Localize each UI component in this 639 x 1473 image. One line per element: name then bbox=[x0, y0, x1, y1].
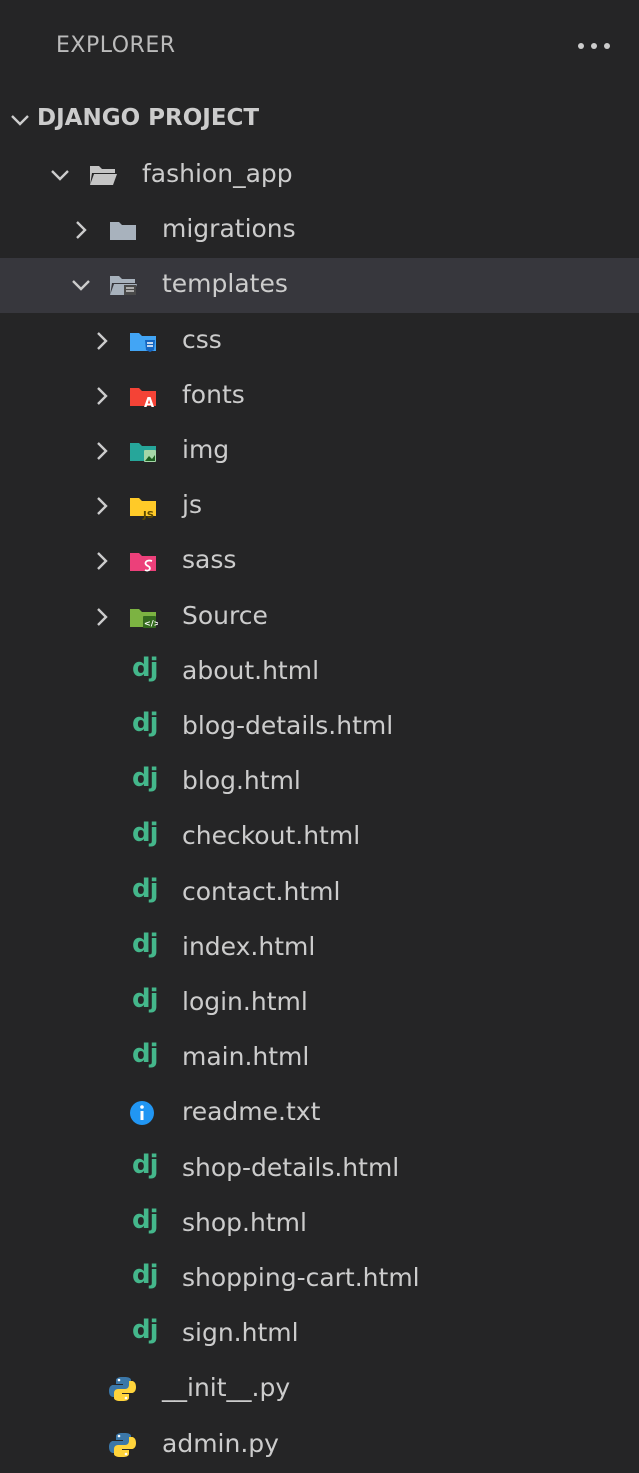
django-icon: dj bbox=[132, 1315, 159, 1346]
tree-item-label: blog.html bbox=[182, 766, 301, 796]
tree-item-main-html[interactable]: dj main.html bbox=[0, 1031, 639, 1086]
tree-item-label: fashion_app bbox=[142, 159, 293, 188]
chevron-right-icon[interactable] bbox=[67, 216, 95, 244]
django-icon: dj bbox=[132, 873, 159, 904]
tree-item-label: img bbox=[182, 435, 230, 464]
tree-item-label: admin.py bbox=[162, 1428, 279, 1458]
section-title: DJANGO PROJECT bbox=[37, 105, 260, 131]
tree-item-fashion-app[interactable]: fashion_app bbox=[0, 148, 639, 203]
chevron-down-icon bbox=[11, 115, 29, 126]
tree-item-label: sign.html bbox=[182, 1318, 299, 1348]
tree-item-label: Source bbox=[182, 600, 268, 630]
tree-item-label: checkout.html bbox=[182, 821, 361, 851]
explorer-header: EXPLORER bbox=[0, 0, 639, 96]
tree-item-migrations[interactable]: migrations bbox=[0, 203, 639, 258]
tree-item-shopping-cart-html[interactable]: dj shopping-cart.html bbox=[0, 1252, 639, 1307]
tree-item-label: js bbox=[182, 490, 202, 520]
tree-item-blog-html[interactable]: dj blog.html bbox=[0, 755, 639, 810]
explorer-title: EXPLORER bbox=[56, 33, 176, 58]
tree-item-contact-html[interactable]: dj contact.html bbox=[0, 866, 639, 921]
tree-item-label: main.html bbox=[182, 1042, 310, 1072]
tree-item-about-html[interactable]: dj about.html bbox=[0, 645, 639, 700]
django-icon: dj bbox=[132, 818, 159, 849]
python-icon bbox=[108, 1431, 138, 1459]
django-icon: dj bbox=[132, 708, 159, 738]
folder-fonts-icon: A bbox=[128, 382, 158, 411]
tree-item-label: shopping-cart.html bbox=[182, 1263, 420, 1292]
folder-css-icon bbox=[128, 327, 158, 355]
tree-item-login-html[interactable]: dj login.html bbox=[0, 976, 639, 1031]
svg-text:A: A bbox=[144, 396, 154, 410]
chevron-right-icon[interactable] bbox=[88, 492, 116, 520]
chevron-right-icon[interactable] bbox=[88, 382, 116, 410]
tree-item-shop-details-html[interactable]: dj shop-details.html bbox=[0, 1142, 639, 1197]
chevron-down-icon[interactable] bbox=[46, 161, 74, 189]
tree-item-label: readme.txt bbox=[182, 1097, 321, 1127]
folder-icon bbox=[108, 216, 138, 244]
tree-item-label: shop-details.html bbox=[182, 1152, 400, 1182]
tree-item-blog-details-html[interactable]: dj blog-details.html bbox=[0, 700, 639, 755]
django-icon: dj bbox=[132, 928, 159, 959]
tree-item-label: __init__.py bbox=[162, 1373, 291, 1403]
info-icon bbox=[128, 1099, 158, 1127]
tree-item-fonts[interactable]: A fonts bbox=[0, 369, 639, 424]
tree-item-css[interactable]: css bbox=[0, 314, 639, 369]
django-icon: dj bbox=[132, 1149, 159, 1180]
tree-item-label: login.html bbox=[182, 987, 308, 1016]
svg-text:</>: </> bbox=[144, 619, 158, 628]
django-icon: dj bbox=[132, 1039, 159, 1070]
svg-text:JS: JS bbox=[142, 510, 154, 520]
tree-item-label: contact.html bbox=[182, 876, 341, 906]
tree-item-label: about.html bbox=[182, 655, 320, 685]
django-icon: dj bbox=[132, 763, 159, 794]
tree-item-templates[interactable]: templates bbox=[0, 258, 639, 314]
tree-item-label: migrations bbox=[162, 214, 296, 244]
explorer-panel: EXPLORER DJANGO PROJECT fashion_app migr… bbox=[0, 0, 639, 1458]
folder-source-icon: </> bbox=[128, 603, 160, 631]
tree-item-label: fonts bbox=[182, 379, 245, 409]
tree-item-checkout-html[interactable]: dj checkout.html bbox=[0, 810, 639, 865]
tree-item-js[interactable]: JS js bbox=[0, 479, 639, 534]
tree-item-shop-html[interactable]: dj shop.html bbox=[0, 1197, 639, 1252]
tree-item-readme-txt[interactable]: readme.txt bbox=[0, 1086, 639, 1141]
django-icon: dj bbox=[132, 652, 159, 683]
tree-item-label: index.html bbox=[182, 931, 316, 961]
django-icon: dj bbox=[132, 984, 159, 1014]
django-icon: dj bbox=[132, 1204, 159, 1235]
folder-js-icon: JS bbox=[128, 492, 158, 521]
folder-open-icon bbox=[88, 161, 118, 189]
chevron-down-icon[interactable] bbox=[67, 271, 95, 299]
tree-item-sign-html[interactable]: dj sign.html bbox=[0, 1307, 639, 1362]
section-django-project[interactable]: DJANGO PROJECT bbox=[0, 92, 639, 147]
folder-templates-icon bbox=[108, 271, 138, 299]
tree-item-source[interactable]: </> Source bbox=[0, 590, 639, 645]
tree-item-index-html[interactable]: dj index.html bbox=[0, 921, 639, 976]
chevron-right-icon[interactable] bbox=[88, 547, 116, 575]
chevron-right-icon[interactable] bbox=[88, 327, 116, 355]
tree-item-label: shop.html bbox=[182, 1207, 307, 1237]
folder-sass-icon bbox=[128, 547, 158, 575]
chevron-right-icon[interactable] bbox=[88, 437, 116, 465]
tree-item-img[interactable]: img bbox=[0, 424, 639, 479]
tree-item-label: sass bbox=[182, 545, 237, 575]
chevron-right-icon[interactable] bbox=[88, 603, 116, 631]
tree-item-label: css bbox=[182, 324, 222, 354]
tree-item-sass[interactable]: sass bbox=[0, 534, 639, 589]
folder-img-icon bbox=[128, 437, 158, 465]
django-icon: dj bbox=[132, 1260, 159, 1290]
ellipsis-icon[interactable] bbox=[570, 26, 618, 66]
tree-item-label: templates bbox=[162, 269, 288, 299]
tree-item-init-py[interactable]: __init__.py bbox=[0, 1362, 639, 1417]
tree-item-label: blog-details.html bbox=[182, 711, 394, 740]
tree-item-admin-py[interactable]: admin.py bbox=[0, 1418, 639, 1473]
python-icon bbox=[108, 1375, 138, 1403]
